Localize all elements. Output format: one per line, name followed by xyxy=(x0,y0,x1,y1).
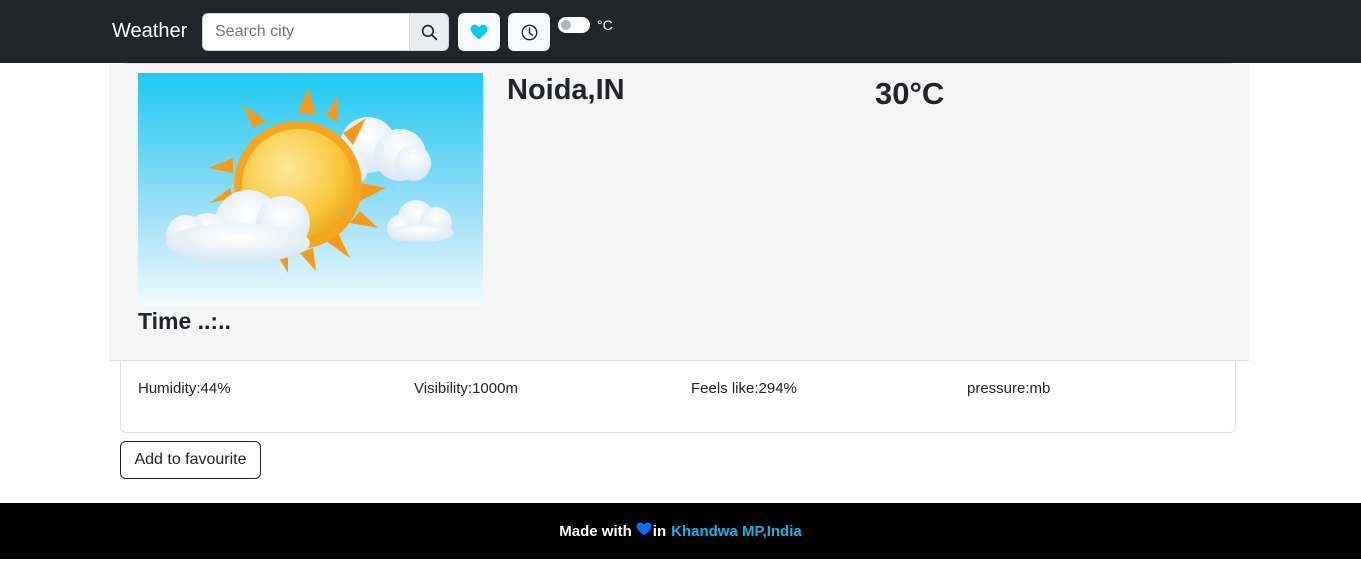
footer: Made with in Khandwa MP,India xyxy=(0,503,1361,559)
search-group xyxy=(202,13,449,51)
clock-icon xyxy=(521,24,537,40)
heart-icon xyxy=(470,24,488,40)
unit-label: °C xyxy=(597,17,613,33)
search-input[interactable] xyxy=(202,13,409,51)
humidity: Humidity:44% xyxy=(138,380,231,397)
pressure: pressure:mb xyxy=(967,380,1051,397)
feels-like: Feels like:294% xyxy=(691,380,797,397)
footer-location-link[interactable]: Khandwa MP,India xyxy=(671,523,802,540)
weather-details: Humidity:44% Visibility:1000m Feels like… xyxy=(138,380,1228,400)
footer-made-with: Made with xyxy=(559,522,632,540)
heart-icon xyxy=(636,522,652,540)
weather-card-header: Noida,IN 30°C Time ..:.. xyxy=(109,64,1249,361)
search-button[interactable] xyxy=(409,13,449,51)
brand[interactable]: Weather xyxy=(112,20,187,43)
navbar: Weather °C xyxy=(0,0,1361,63)
add-to-favourite-button[interactable]: Add to favourite xyxy=(120,441,261,479)
city-name: Noida,IN xyxy=(507,74,625,106)
weather-card: Noida,IN 30°C Time ..:.. Humidity:44% Vi… xyxy=(109,63,1249,433)
sun-cloud-illustration xyxy=(138,73,483,306)
history-button[interactable] xyxy=(508,13,550,51)
visibility: Visibility:1000m xyxy=(414,380,518,397)
unit-toggle[interactable] xyxy=(558,17,590,33)
favourites-button[interactable] xyxy=(458,13,500,51)
temperature: 30°C xyxy=(875,76,945,111)
search-icon xyxy=(421,24,437,40)
local-time: Time ..:.. xyxy=(138,308,231,334)
footer-in: in xyxy=(652,522,667,540)
